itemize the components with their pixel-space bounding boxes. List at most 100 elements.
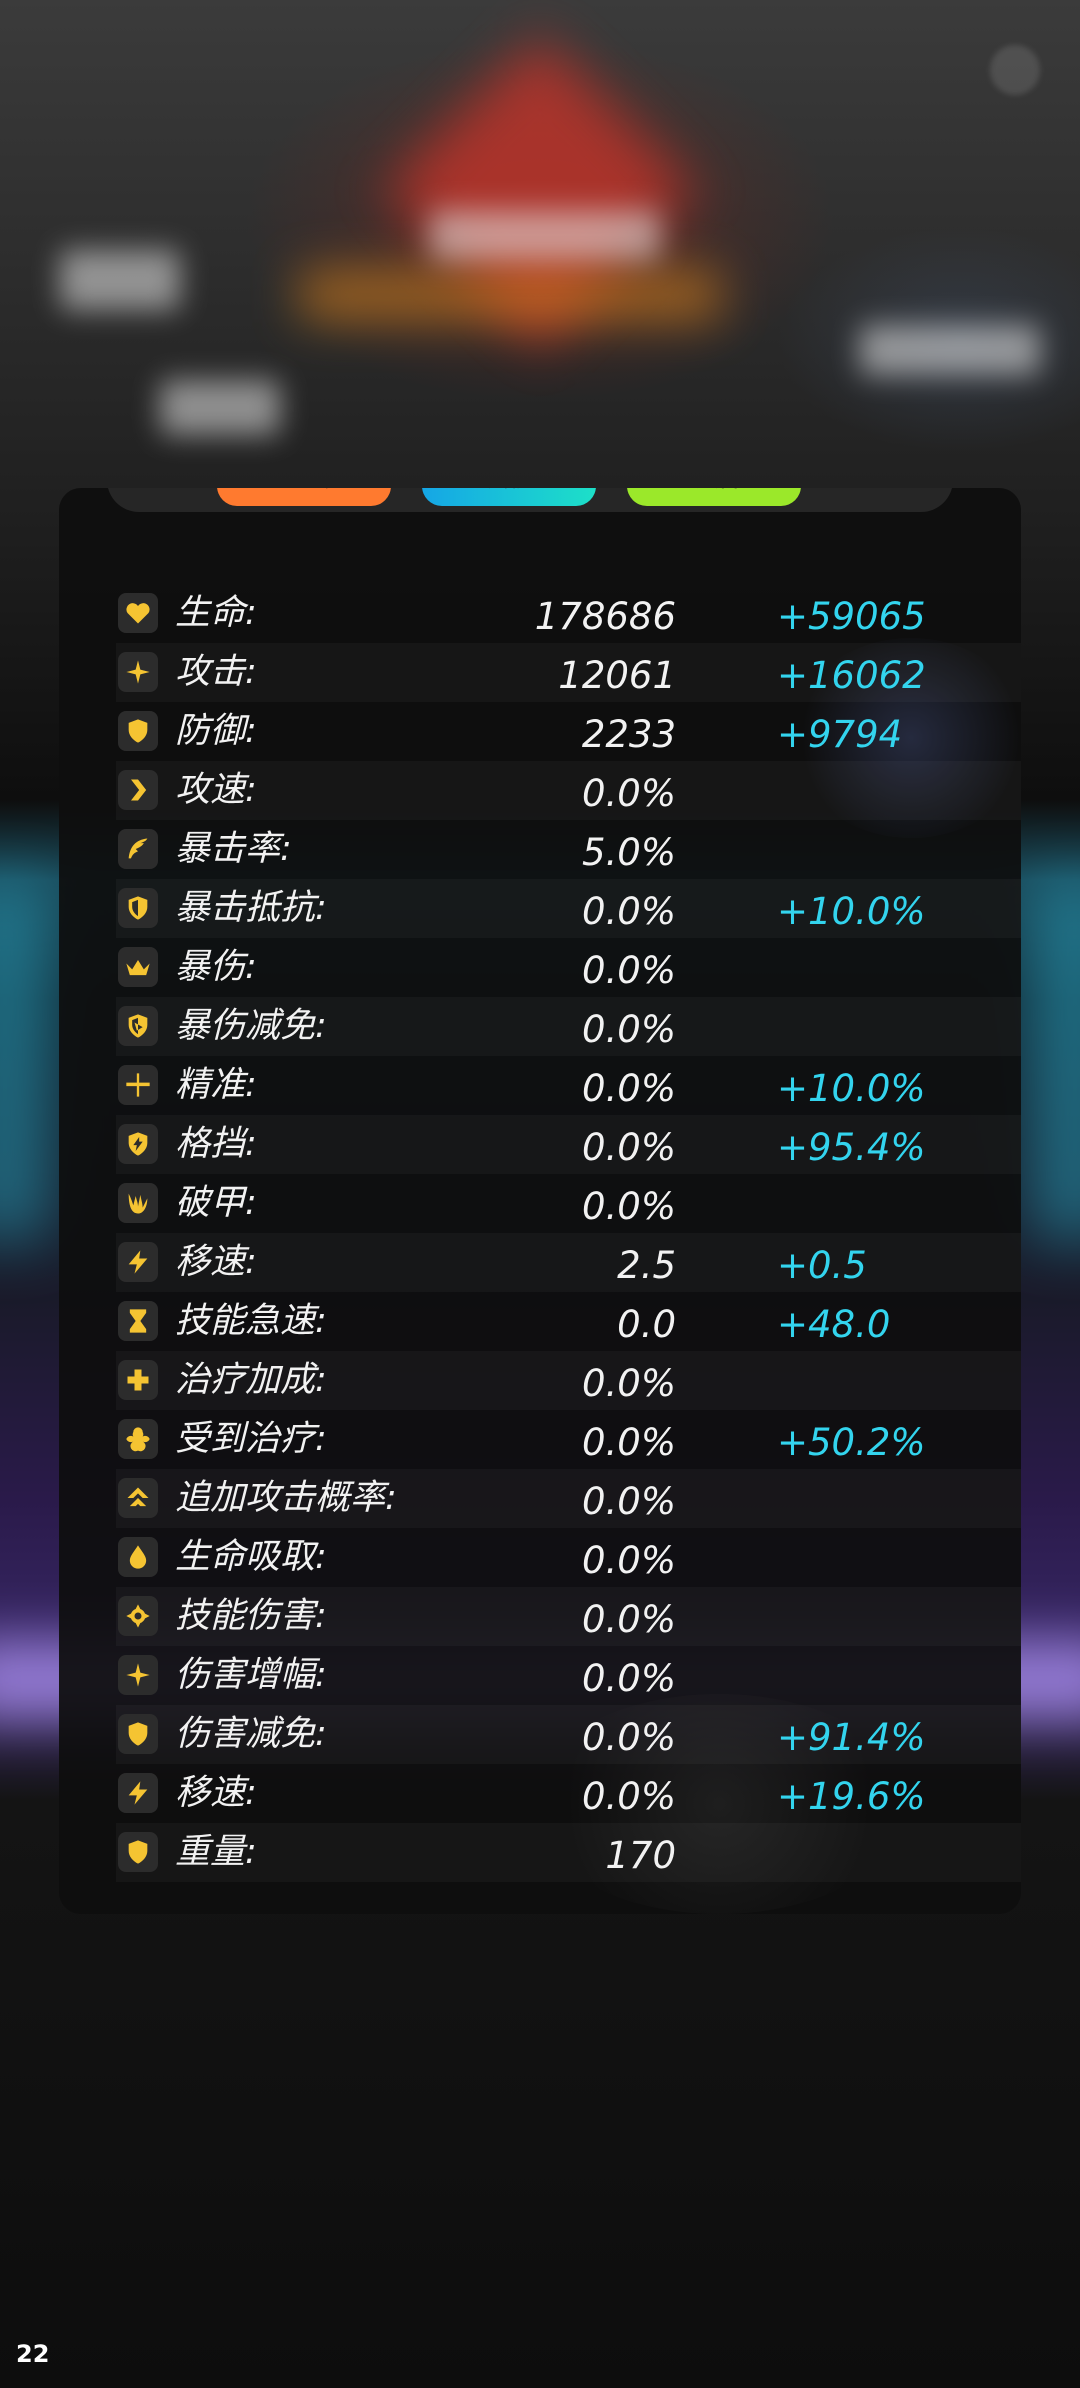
stat-value: 0.0% xyxy=(582,1008,676,1051)
stat-value: 5.0% xyxy=(582,831,676,874)
droplet-icon xyxy=(118,1537,158,1577)
target-icon xyxy=(118,1596,158,1636)
stat-value: 0.0% xyxy=(582,1362,676,1405)
stat-bonus: +19.6% xyxy=(777,1775,926,1818)
lightning-icon xyxy=(118,1773,158,1813)
stat-label: 移速: xyxy=(175,1773,257,1813)
stat-value: 0.0% xyxy=(582,1539,676,1582)
stat-label: 攻速: xyxy=(175,770,257,810)
stat-value: 0.0% xyxy=(582,1421,676,1464)
stats-list: 生命: 178686 +59065 攻击: 12061 +16062 防御: 2233 +979… xyxy=(116,584,1021,1882)
crown-icon xyxy=(118,947,158,987)
stat-label: 破甲: xyxy=(175,1183,257,1223)
lightning-icon xyxy=(118,1242,158,1282)
clover-icon xyxy=(118,1419,158,1459)
stat-bonus: +50.2% xyxy=(777,1421,926,1464)
stat-value: 12061 xyxy=(558,654,676,697)
stat-row: 追加攻击概率: 0.0% xyxy=(116,1469,1021,1528)
stat-row: 伤害增幅: 0.0% xyxy=(116,1646,1021,1705)
stat-row: 攻速: 0.0% xyxy=(116,761,1021,820)
chevron-right-icon xyxy=(118,770,158,810)
stat-label: 暴击率: xyxy=(175,829,292,869)
shield-icon xyxy=(118,1832,158,1872)
crosshair-icon xyxy=(118,1065,158,1105)
stat-value: 0.0% xyxy=(582,949,676,992)
tag-shield[interactable]: 护盾 xyxy=(627,488,801,506)
stat-row: 移速: 2.5 +0.5 xyxy=(116,1233,1021,1292)
feather-icon xyxy=(118,829,158,869)
stat-row: 攻击: 12061 +16062 xyxy=(116,643,1021,702)
stat-bonus: +91.4% xyxy=(777,1716,926,1759)
heart-icon xyxy=(118,593,158,633)
stat-label: 技能急速: xyxy=(175,1301,327,1341)
stat-label: 攻击: xyxy=(175,652,257,692)
stat-row: 移速: 0.0% +19.6% xyxy=(116,1764,1021,1823)
stat-row: 精准: 0.0% +10.0% xyxy=(116,1056,1021,1115)
stat-row: 暴击率: 5.0% xyxy=(116,820,1021,879)
sparkle-icon xyxy=(118,1655,158,1695)
shield-outline-icon xyxy=(118,888,158,928)
double-chevron-up-icon xyxy=(118,1478,158,1518)
stat-bonus: +10.0% xyxy=(777,1067,926,1110)
stat-label: 治疗加成: xyxy=(175,1360,327,1400)
stat-label: 受到治疗: xyxy=(175,1419,327,1459)
stat-label: 伤害增幅: xyxy=(175,1655,327,1695)
stat-bonus: +0.5 xyxy=(777,1244,867,1287)
stat-row: 暴伤减免: 0.0% xyxy=(116,997,1021,1056)
stat-row: 暴伤: 0.0% xyxy=(116,938,1021,997)
stat-bonus: +59065 xyxy=(777,595,926,638)
stat-row: 防御: 2233 +9794 xyxy=(116,702,1021,761)
tag-damage-reduction[interactable]: 减伤 xyxy=(422,488,596,506)
stat-row: 技能伤害: 0.0% xyxy=(116,1587,1021,1646)
stat-label: 追加攻击概率: xyxy=(175,1478,397,1518)
page-number: 22 xyxy=(16,2340,50,2368)
hourglass-icon xyxy=(118,1301,158,1341)
stat-bonus: +16062 xyxy=(777,654,926,697)
shield-half-icon xyxy=(118,1006,158,1046)
stat-bonus: +9794 xyxy=(777,713,903,756)
stat-value: 170 xyxy=(605,1834,676,1877)
stat-label: 重量: xyxy=(175,1832,257,1872)
stat-value: 2.5 xyxy=(617,1244,676,1287)
stat-label: 暴伤: xyxy=(175,947,257,987)
tag-melee[interactable]: 近战 xyxy=(217,488,391,506)
stat-bonus: +95.4% xyxy=(777,1126,926,1169)
stat-value: 0.0 xyxy=(617,1303,676,1346)
stat-row: 格挡: 0.0% +95.4% xyxy=(116,1115,1021,1174)
stat-bonus: +10.0% xyxy=(777,890,926,933)
tag-strip: 近战 减伤 护盾 xyxy=(107,488,953,512)
blurred-logo-banner xyxy=(300,270,720,320)
stat-label: 精准: xyxy=(175,1065,257,1105)
shield-icon xyxy=(118,711,158,751)
stat-row: 受到治疗: 0.0% +50.2% xyxy=(116,1410,1021,1469)
plus-icon xyxy=(118,1360,158,1400)
stat-label: 移速: xyxy=(175,1242,257,1282)
stat-row: 破甲: 0.0% xyxy=(116,1174,1021,1233)
stat-row: 伤害减免: 0.0% +91.4% xyxy=(116,1705,1021,1764)
stat-value: 0.0% xyxy=(582,1775,676,1818)
stat-value: 0.0% xyxy=(582,1067,676,1110)
claw-icon xyxy=(118,1183,158,1223)
stat-value: 0.0% xyxy=(582,1598,676,1641)
stat-value: 0.0% xyxy=(582,772,676,815)
stat-value: 2233 xyxy=(581,713,676,756)
close-icon[interactable] xyxy=(990,45,1040,95)
stat-label: 伤害减免: xyxy=(175,1714,327,1754)
stat-label: 防御: xyxy=(175,711,257,751)
stat-row: 生命: 178686 +59065 xyxy=(116,584,1021,643)
stat-label: 生命: xyxy=(175,593,257,633)
stat-value: 0.0% xyxy=(582,1185,676,1228)
stat-row: 治疗加成: 0.0% xyxy=(116,1351,1021,1410)
stat-bonus: +48.0 xyxy=(777,1303,891,1346)
stat-label: 格挡: xyxy=(175,1124,257,1164)
stat-label: 生命吸取: xyxy=(175,1537,327,1577)
stat-row: 生命吸取: 0.0% xyxy=(116,1528,1021,1587)
stat-row: 暴击抵抗: 0.0% +10.0% xyxy=(116,879,1021,938)
stat-value: 0.0% xyxy=(582,1657,676,1700)
sparkle-icon xyxy=(118,652,158,692)
stat-row: 技能急速: 0.0 +48.0 xyxy=(116,1292,1021,1351)
stat-value: 0.0% xyxy=(582,890,676,933)
stat-value: 178686 xyxy=(534,595,676,638)
stat-label: 暴伤减免: xyxy=(175,1006,327,1046)
stat-label: 暴击抵抗: xyxy=(175,888,327,928)
